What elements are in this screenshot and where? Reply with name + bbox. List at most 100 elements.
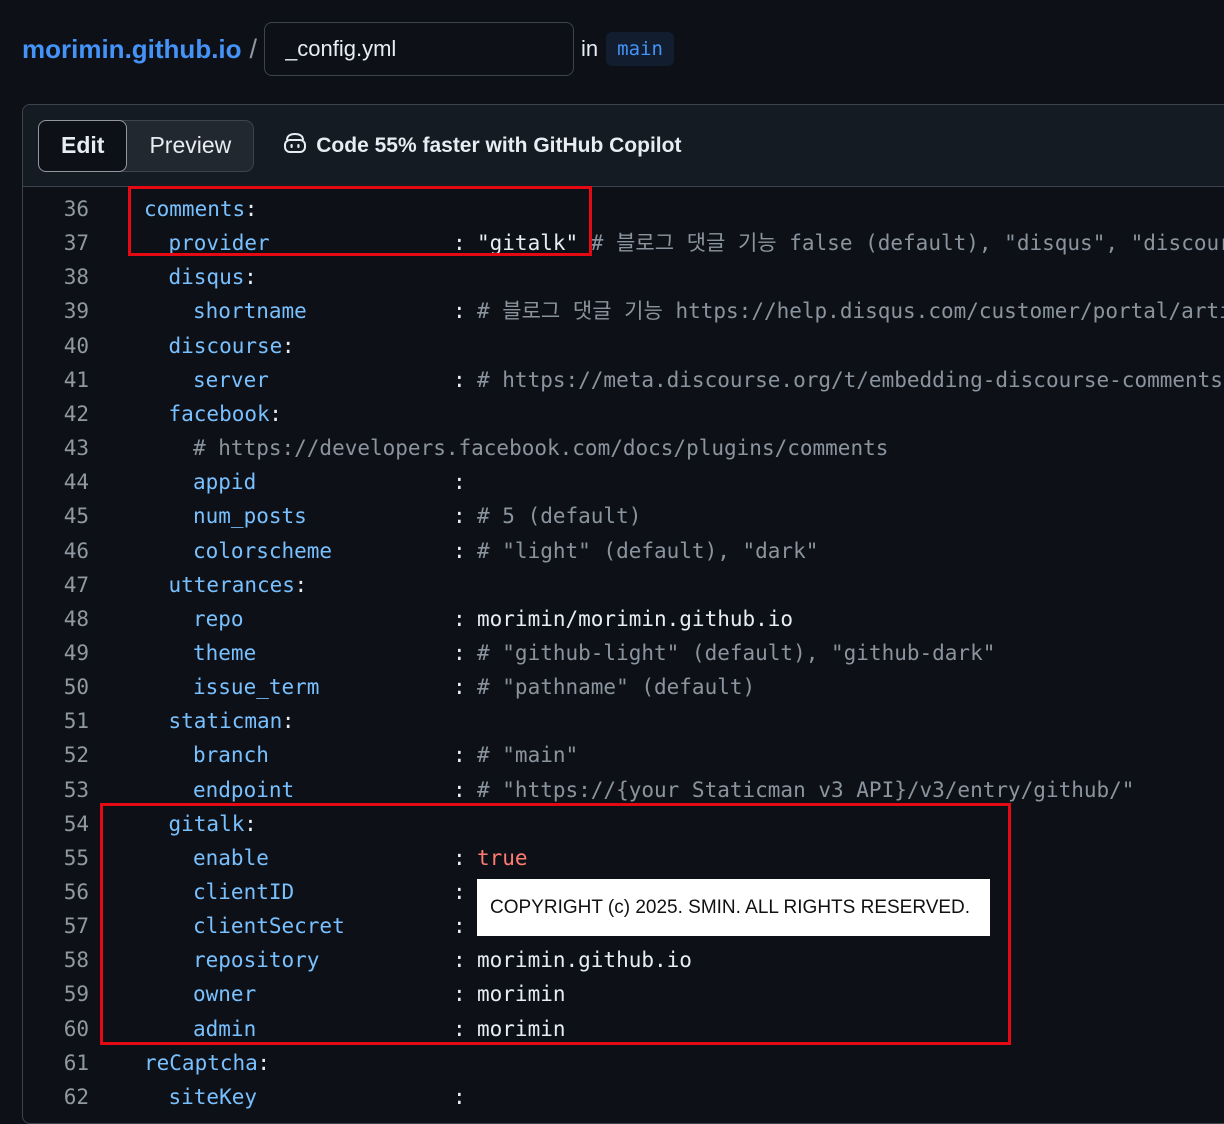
code-line[interactable]: 52 branch: # "main" xyxy=(23,738,1224,772)
yaml-colon: : xyxy=(294,572,308,597)
line-number: 60 xyxy=(63,1016,89,1041)
line-number: 46 xyxy=(63,538,89,563)
line-number: 50 xyxy=(63,675,89,700)
line-number: 53 xyxy=(63,777,89,802)
yaml-colon: : xyxy=(453,948,466,973)
code-comment: # https://developers.facebook.com/docs/p… xyxy=(193,436,889,461)
code-line[interactable]: 39 shortname: # 블로그 댓글 기능 https://help.dis… xyxy=(23,294,1224,328)
yaml-key: owner xyxy=(193,982,257,1007)
yaml-colon: : xyxy=(453,743,466,768)
yaml-key: comments xyxy=(144,197,246,221)
yaml-colon: : xyxy=(453,367,466,392)
yaml-key: appid xyxy=(193,470,257,495)
yaml-colon: : xyxy=(281,333,295,358)
yaml-colon: : xyxy=(453,880,466,904)
line-number: 51 xyxy=(63,709,89,734)
line-number: 36 xyxy=(63,197,89,221)
code-line[interactable]: 47 utterances: xyxy=(23,568,1224,602)
line-number: 47 xyxy=(63,572,89,597)
code-line[interactable]: 44 appid: xyxy=(23,465,1224,499)
yaml-key: facebook xyxy=(168,401,270,426)
code-line[interactable]: 59 owner: morimin xyxy=(23,977,1224,1011)
yaml-value: # "main" xyxy=(477,743,579,768)
line-number: 62 xyxy=(63,1084,89,1109)
yaml-key: colorscheme xyxy=(193,538,333,563)
line-number: 58 xyxy=(63,948,89,973)
code-line[interactable]: 36 comments: xyxy=(23,192,1224,226)
code-line[interactable]: 55 enable: true xyxy=(23,841,1224,875)
yaml-colon: : xyxy=(269,401,282,426)
code-line[interactable]: 51 staticman: xyxy=(23,704,1224,738)
code-line[interactable]: 43 # https://developers.facebook.com/docs… xyxy=(23,431,1224,465)
yaml-colon: : xyxy=(453,982,466,1007)
code-comment: # 블로그 댓글 기능 false (default), "disqus", "… xyxy=(590,231,1224,256)
yaml-value: # 블로그 댓글 기능 https://help.disqus.com/cust… xyxy=(477,299,1224,324)
code-line[interactable]: 49 theme: # "github-light" (default), "git… xyxy=(23,636,1224,670)
line-number: 40 xyxy=(63,333,89,358)
yaml-value: # "https://{your Staticman v3 API}/v3/en… xyxy=(477,777,1135,802)
yaml-colon: : xyxy=(453,675,466,700)
yaml-value: "gitalk" # 블로그 댓글 기능 false (default), "d… xyxy=(477,226,1224,260)
yaml-colon: : xyxy=(281,709,295,734)
line-number: 55 xyxy=(63,845,89,870)
code-line[interactable]: 37 provider: "gitalk" # 블로그 댓글 기능 false (d… xyxy=(23,226,1224,260)
yaml-colon: : xyxy=(244,265,257,290)
code-area[interactable]: 36 comments: 37 provider: "gitalk" # 블로그 댓글 … xyxy=(23,188,1224,1123)
line-number: 45 xyxy=(63,504,89,529)
code-line[interactable]: 58 repository: morimin.github.io xyxy=(23,943,1224,977)
code-line[interactable]: 42 facebook: xyxy=(23,397,1224,431)
code-line[interactable]: 54 gitalk: xyxy=(23,807,1224,841)
code-line[interactable]: 38 disqus: xyxy=(23,260,1224,294)
yaml-key: admin xyxy=(193,1016,257,1041)
edit-tab[interactable]: Edit xyxy=(38,119,128,172)
code-line[interactable]: 60 admin: morimin xyxy=(23,1012,1224,1046)
yaml-value: # https://meta.discourse.org/t/embedding… xyxy=(477,367,1224,392)
code-line[interactable]: 45 num_posts: # 5 (default) xyxy=(23,499,1224,533)
yaml-key: enable xyxy=(193,845,269,870)
code-line[interactable]: 46 colorscheme: # "light" (default), "dark… xyxy=(23,534,1224,568)
branch-badge[interactable]: main xyxy=(606,32,674,66)
code-editor: Edit Preview Code 55% faster with GitHub… xyxy=(22,104,1224,1124)
yaml-key: repo xyxy=(193,606,244,631)
yaml-key: issue_term xyxy=(193,675,320,700)
yaml-key: staticman xyxy=(168,709,283,734)
repo-link[interactable]: morimin.github.io xyxy=(22,34,242,65)
line-number: 38 xyxy=(63,265,89,290)
line-number: 48 xyxy=(63,606,89,631)
line-number: 41 xyxy=(63,367,89,392)
yaml-colon: : xyxy=(453,914,466,939)
code-line[interactable]: 40 discourse: xyxy=(23,329,1224,363)
line-number: 61 xyxy=(63,1050,89,1075)
yaml-colon: : xyxy=(257,1050,271,1075)
yaml-value: # "light" (default), "dark" xyxy=(477,538,819,563)
yaml-value: # 5 (default) xyxy=(477,504,642,529)
filename-input[interactable] xyxy=(264,22,575,76)
edit-preview-toggle: Edit Preview xyxy=(38,119,255,172)
yaml-colon: : xyxy=(244,811,257,836)
copilot-promo[interactable]: Code 55% faster with GitHub Copilot xyxy=(282,131,681,161)
yaml-key: clientSecret xyxy=(193,914,345,939)
yaml-colon: : xyxy=(453,1016,466,1041)
line-number: 44 xyxy=(63,470,89,495)
yaml-key: endpoint xyxy=(193,777,295,802)
copyright-overlay: COPYRIGHT (c) 2025. SMIN. ALL RIGHTS RES… xyxy=(477,879,990,936)
code-line[interactable]: 48 repo: morimin/morimin.github.io xyxy=(23,602,1224,636)
preview-tab[interactable]: Preview xyxy=(127,121,253,171)
line-number: 39 xyxy=(63,299,89,324)
code-line[interactable]: 50 issue_term: # "pathname" (default) xyxy=(23,670,1224,704)
code-line[interactable]: 53 endpoint: # "https://{your Staticman v3… xyxy=(23,773,1224,807)
yaml-key: theme xyxy=(193,640,257,665)
yaml-colon: : xyxy=(453,777,466,802)
code-line[interactable]: 41 server: # https://meta.discourse.org/t/… xyxy=(23,363,1224,397)
line-number: 59 xyxy=(63,982,89,1007)
yaml-key: discourse xyxy=(168,333,283,358)
copilot-icon xyxy=(282,131,316,161)
yaml-key: branch xyxy=(193,743,269,768)
code-line[interactable]: 62 siteKey: xyxy=(23,1080,1224,1114)
line-number: 43 xyxy=(63,436,89,461)
yaml-value: # "github-light" (default), "github-dark… xyxy=(477,640,996,665)
code-line[interactable]: 61 reCaptcha: xyxy=(23,1046,1224,1080)
yaml-key: reCaptcha xyxy=(144,1050,258,1075)
yaml-value: # "pathname" (default) xyxy=(477,675,756,700)
yaml-colon: : xyxy=(244,197,258,221)
